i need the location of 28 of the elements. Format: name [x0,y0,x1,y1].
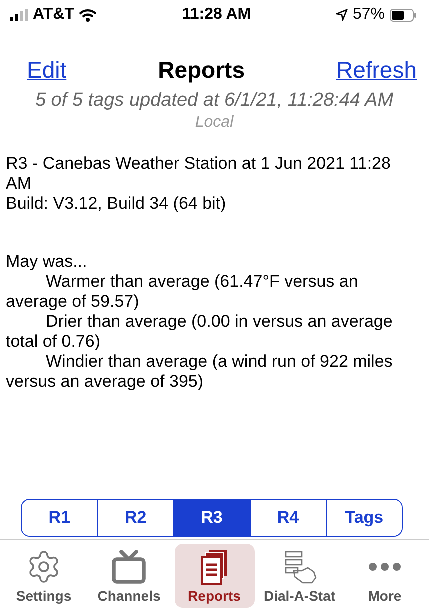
report-intro: May was... [6,252,88,272]
location-arrow-icon [336,9,348,21]
battery-percent: 57% [352,6,385,24]
carrier-name: AT&T [33,6,74,24]
refresh-link[interactable]: Refresh [336,56,417,84]
tab-bar-item[interactable]: Channels [89,544,170,608]
report-item: Warmer than average (61.47°F versus an average of 59.57) [6,272,360,312]
tab-bar-item[interactable]: Reports [174,544,254,608]
report-segment[interactable]: R3 [173,500,250,536]
tab-bar-item[interactable]: Settings [4,544,84,608]
battery-icon [390,8,417,22]
more-icon [369,563,401,571]
report-segment[interactable]: Tags [326,500,402,536]
edit-link[interactable]: Edit [27,56,67,84]
report-item: Drier than average (0.00 in versus an average total of 0.76) [6,312,394,352]
page-title: Reports [158,56,245,84]
report-line: R3 - Canebas Weather Station at 1 Jun 2021 11:28 AM [6,154,392,194]
report-line: Build: V3.12, Build 34 (64 bit) [6,194,228,214]
signal-icon [10,9,28,21]
tv-icon [111,549,148,585]
timezone-label: Local [194,114,235,132]
report-item: Windier than average (a wind run of 922 miles versus an average of 395) [6,352,394,392]
update-status: 5 of 5 tags updated at 6/1/21, 11:28:44 AM [34,90,395,112]
tab-bar-item[interactable]: More [345,544,425,608]
documents-icon [200,549,228,585]
tab-bar-item[interactable]: Dial-A-Stat [260,544,340,608]
wifi-icon [79,8,98,22]
clock-time: 11:28 AM [182,6,252,24]
